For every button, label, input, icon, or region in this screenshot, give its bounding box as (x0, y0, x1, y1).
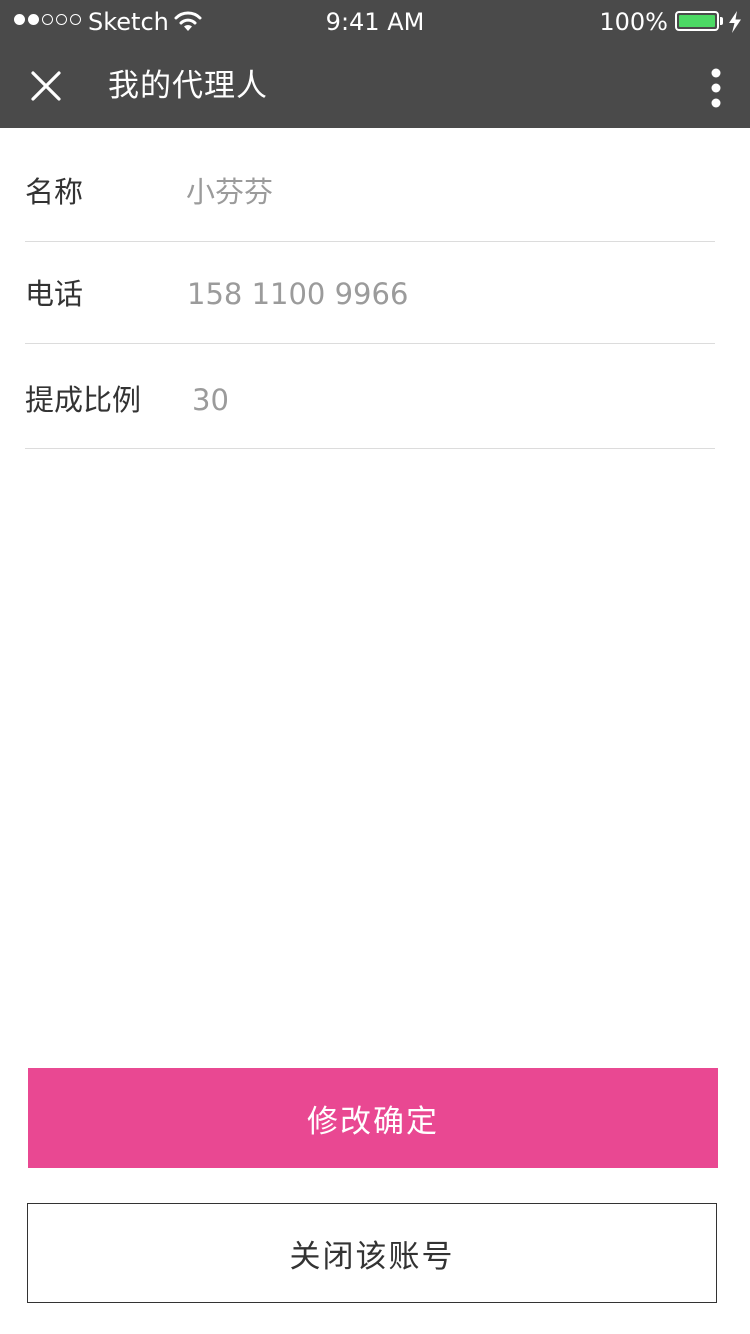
phone-row: 电话 158 1100 9966 (25, 242, 715, 344)
close-icon (31, 71, 61, 101)
name-row: 名称 小芬芬 (25, 128, 715, 242)
battery-icon (675, 11, 719, 31)
battery-percent: 100% (599, 8, 668, 36)
charging-bolt-icon (729, 11, 741, 33)
nav-bar: 我的代理人 (0, 44, 750, 128)
name-label: 名称 (25, 175, 84, 209)
battery-level-fill (679, 15, 715, 27)
page-title: 我的代理人 (108, 68, 268, 104)
battery-cap (720, 17, 723, 25)
commission-row: 提成比例 30 (25, 344, 715, 449)
more-vertical-icon (711, 68, 721, 108)
commission-value[interactable]: 30 (192, 380, 229, 420)
commission-label: 提成比例 (25, 383, 142, 417)
close-account-button[interactable]: 关闭该账号 (27, 1203, 717, 1303)
status-bar: Sketch 9:41 AM 100% (0, 0, 750, 44)
name-value[interactable]: 小芬芬 (186, 172, 273, 212)
phone-label: 电话 (25, 277, 84, 311)
close-button[interactable] (26, 66, 66, 106)
phone-value[interactable]: 158 1100 9966 (187, 274, 408, 314)
confirm-edit-button[interactable]: 修改确定 (28, 1068, 718, 1168)
more-button[interactable] (700, 66, 732, 110)
